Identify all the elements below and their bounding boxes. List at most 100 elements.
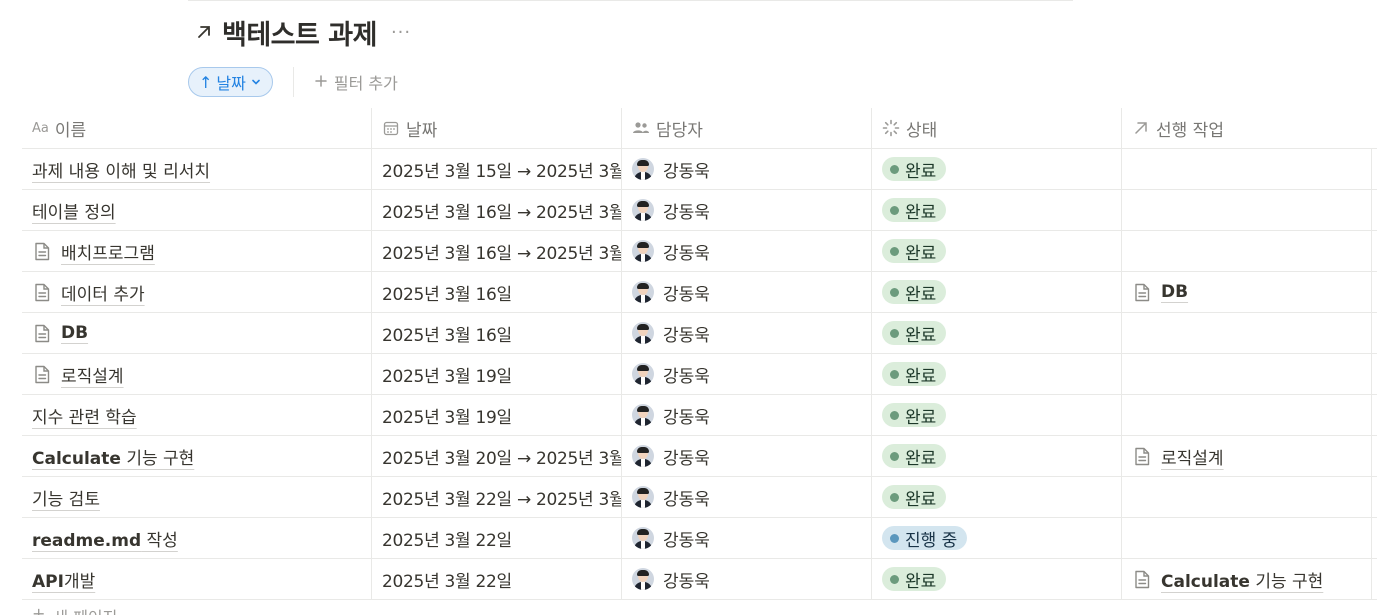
cell-status[interactable]: 완료 (872, 395, 1122, 435)
row-title[interactable]: 기능 검토 (32, 485, 100, 510)
cell-status[interactable]: 완료 (872, 272, 1122, 312)
relation-link[interactable]: Calculate 기능 구현 (1132, 567, 1323, 592)
row-title[interactable]: 테이블 정의 (32, 198, 116, 223)
cell-name[interactable]: readme.md 작성 (22, 518, 372, 558)
cell-status[interactable]: 완료 (872, 354, 1122, 394)
row-title[interactable]: API개발 (32, 567, 95, 592)
status-badge[interactable]: 완료 (882, 280, 947, 305)
cell-prerequisite[interactable] (1122, 190, 1372, 230)
cell-prerequisite[interactable]: 로직설계 (1122, 436, 1372, 476)
cell-name[interactable]: 기능 검토 (22, 477, 372, 517)
column-header-name[interactable]: Aa 이름 (22, 108, 372, 148)
sort-chip[interactable]: ↑ 날짜 (188, 67, 273, 97)
cell-assignee[interactable]: 강동욱 (622, 518, 872, 558)
cell-status[interactable]: 완료 (872, 559, 1122, 599)
cell-name[interactable]: API개발 (22, 559, 372, 599)
cell-name[interactable]: 데이터 추가 (22, 272, 372, 312)
cell-assignee[interactable]: 강동욱 (622, 559, 872, 599)
cell-prerequisite[interactable] (1122, 313, 1372, 353)
cell-name[interactable]: 배치프로그램 (22, 231, 372, 271)
cell-assignee[interactable]: 강동욱 (622, 477, 872, 517)
table-row[interactable]: API개발 2025년 3월 22일 강동욱 완료 Calculate 기능 구현 (22, 559, 1377, 600)
row-title[interactable]: readme.md 작성 (32, 526, 178, 551)
cell-assignee[interactable]: 강동욱 (622, 354, 872, 394)
table-row[interactable]: 지수 관련 학습 2025년 3월 19일 강동욱 완료 (22, 395, 1377, 436)
cell-assignee[interactable]: 강동욱 (622, 313, 872, 353)
row-title[interactable]: 로직설계 (61, 362, 124, 387)
cell-date[interactable]: 2025년 3월 19일 (372, 354, 622, 394)
cell-assignee[interactable]: 강동욱 (622, 395, 872, 435)
table-row[interactable]: 테이블 정의 2025년 3월 16일 → 2025년 3월 강동욱 완료 (22, 190, 1377, 231)
cell-prerequisite[interactable]: DB (1122, 272, 1372, 312)
cell-prerequisite[interactable]: Calculate 기능 구현 (1122, 559, 1372, 599)
relation-link[interactable]: DB (1132, 282, 1188, 302)
row-title[interactable]: Calculate 기능 구현 (32, 444, 194, 469)
status-badge[interactable]: 완료 (882, 444, 947, 469)
cell-prerequisite[interactable] (1122, 231, 1372, 271)
cell-date[interactable]: 2025년 3월 20일 → 2025년 3월 (372, 436, 622, 476)
column-header-assignee[interactable]: 담당자 (622, 108, 872, 148)
table-row[interactable]: 과제 내용 이해 및 리서치 2025년 3월 15일 → 2025년 3월 강동욱… (22, 149, 1377, 190)
cell-prerequisite[interactable] (1122, 395, 1372, 435)
cell-status[interactable]: 완료 (872, 190, 1122, 230)
cell-prerequisite[interactable] (1122, 477, 1372, 517)
column-header-date[interactable]: 날짜 (372, 108, 622, 148)
status-badge[interactable]: 완료 (882, 567, 947, 592)
cell-assignee[interactable]: 강동욱 (622, 149, 872, 189)
cell-date[interactable]: 2025년 3월 16일 → 2025년 3월 (372, 190, 622, 230)
cell-date[interactable]: 2025년 3월 16일 (372, 313, 622, 353)
cell-name[interactable]: Calculate 기능 구현 (22, 436, 372, 476)
table-row[interactable]: readme.md 작성 2025년 3월 22일 강동욱 진행 중 (22, 518, 1377, 559)
status-badge[interactable]: 완료 (882, 239, 947, 264)
new-page-row[interactable]: + 새 페이지 (32, 604, 117, 615)
cell-date[interactable]: 2025년 3월 22일 → 2025년 3월 (372, 477, 622, 517)
cell-date[interactable]: 2025년 3월 19일 (372, 395, 622, 435)
cell-name[interactable]: 지수 관련 학습 (22, 395, 372, 435)
cell-date[interactable]: 2025년 3월 22일 (372, 559, 622, 599)
cell-status[interactable]: 완료 (872, 436, 1122, 476)
table-row[interactable]: 배치프로그램 2025년 3월 16일 → 2025년 3월 강동욱 완료 (22, 231, 1377, 272)
status-badge[interactable]: 완료 (882, 157, 947, 182)
status-badge[interactable]: 완료 (882, 321, 947, 346)
cell-assignee[interactable]: 강동욱 (622, 272, 872, 312)
cell-status[interactable]: 완료 (872, 477, 1122, 517)
row-title[interactable]: 과제 내용 이해 및 리서치 (32, 157, 210, 182)
row-title[interactable]: 지수 관련 학습 (32, 403, 137, 428)
cell-prerequisite[interactable] (1122, 518, 1372, 558)
cell-name[interactable]: DB (22, 313, 372, 353)
add-filter-button[interactable]: 필터 추가 (314, 70, 398, 94)
ellipsis-icon[interactable]: ··· (391, 22, 411, 43)
column-header-prerequisite[interactable]: 선행 작업 (1122, 108, 1372, 148)
cell-date[interactable]: 2025년 3월 15일 → 2025년 3월 (372, 149, 622, 189)
table-row[interactable]: DB 2025년 3월 16일 강동욱 완료 (22, 313, 1377, 354)
cell-assignee[interactable]: 강동욱 (622, 436, 872, 476)
cell-prerequisite[interactable] (1122, 149, 1372, 189)
table-row[interactable]: 데이터 추가 2025년 3월 16일 강동욱 완료 DB (22, 272, 1377, 313)
row-title[interactable]: DB (61, 323, 88, 343)
cell-name[interactable]: 과제 내용 이해 및 리서치 (22, 149, 372, 189)
status-badge[interactable]: 완료 (882, 198, 947, 223)
status-badge[interactable]: 완료 (882, 403, 947, 428)
page-title[interactable]: 백테스트 과제 (222, 13, 377, 52)
cell-assignee[interactable]: 강동욱 (622, 190, 872, 230)
cell-status[interactable]: 완료 (872, 231, 1122, 271)
cell-name[interactable]: 테이블 정의 (22, 190, 372, 230)
status-badge[interactable]: 진행 중 (882, 526, 968, 551)
table-row[interactable]: 로직설계 2025년 3월 19일 강동욱 완료 (22, 354, 1377, 395)
row-title[interactable]: 배치프로그램 (61, 239, 155, 264)
table-row[interactable]: 기능 검토 2025년 3월 22일 → 2025년 3월 강동욱 완료 (22, 477, 1377, 518)
cell-assignee[interactable]: 강동욱 (622, 231, 872, 271)
row-title[interactable]: 데이터 추가 (61, 280, 145, 305)
status-badge[interactable]: 완료 (882, 362, 947, 387)
column-header-status[interactable]: 상태 (872, 108, 1122, 148)
cell-date[interactable]: 2025년 3월 16일 → 2025년 3월 (372, 231, 622, 271)
cell-date[interactable]: 2025년 3월 16일 (372, 272, 622, 312)
status-badge[interactable]: 완료 (882, 485, 947, 510)
cell-prerequisite[interactable] (1122, 354, 1372, 394)
relation-link[interactable]: 로직설계 (1132, 444, 1224, 469)
cell-status[interactable]: 완료 (872, 313, 1122, 353)
cell-name[interactable]: 로직설계 (22, 354, 372, 394)
cell-status[interactable]: 완료 (872, 149, 1122, 189)
cell-date[interactable]: 2025년 3월 22일 (372, 518, 622, 558)
table-row[interactable]: Calculate 기능 구현 2025년 3월 20일 → 2025년 3월 강동… (22, 436, 1377, 477)
